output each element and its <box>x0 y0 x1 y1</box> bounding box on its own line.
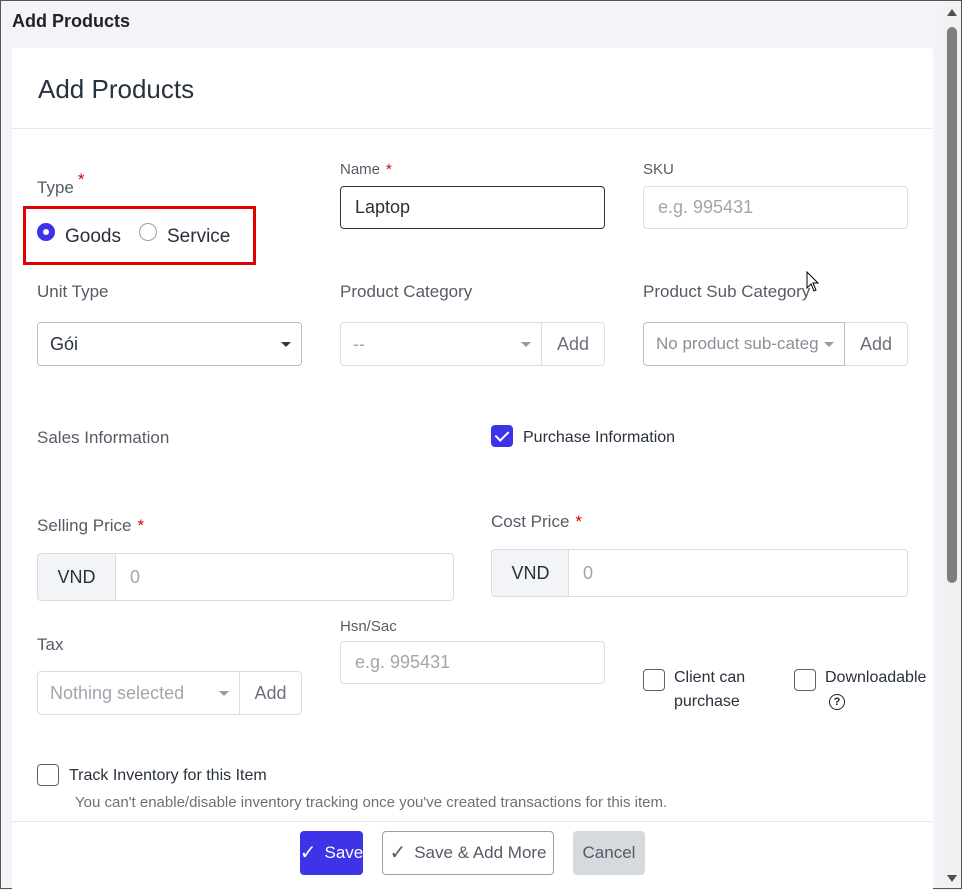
scroll-up-icon[interactable] <box>947 9 957 16</box>
chevron-down-icon <box>219 691 229 696</box>
save-button-label: Save <box>324 843 364 862</box>
selling-price-currency: VND <box>37 553 115 601</box>
save-and-add-more-button[interactable]: ✓ Save & Add More <box>382 831 554 875</box>
required-marker: * <box>575 512 583 531</box>
selling-price-label: Selling Price * <box>37 516 145 535</box>
add-product-category-button[interactable]: Add <box>542 322 605 366</box>
header-divider <box>12 128 933 129</box>
unit-type-value: Gói <box>50 333 79 354</box>
window-title: Add Products <box>12 11 131 31</box>
add-tax-button[interactable]: Add <box>240 671 302 715</box>
purchase-information-checkbox[interactable] <box>491 425 513 447</box>
scrollbar[interactable] <box>943 1 961 888</box>
unit-type-select[interactable]: Gói <box>37 322 302 366</box>
cost-price-label: Cost Price * <box>491 512 583 531</box>
type-label: Type * <box>37 170 85 197</box>
service-radio[interactable] <box>139 223 157 241</box>
cost-price-currency: VND <box>491 549 569 597</box>
sales-information-label: Sales Information <box>37 428 170 447</box>
sku-label: SKU <box>643 161 674 178</box>
downloadable-checkbox[interactable] <box>794 669 816 691</box>
sku-input[interactable]: e.g. 995431 <box>643 186 908 229</box>
scroll-down-icon[interactable] <box>947 875 957 882</box>
chevron-down-icon <box>281 342 291 347</box>
track-inventory-hint: You can't enable/disable inventory track… <box>75 794 668 811</box>
product-category-value: -- <box>353 333 365 354</box>
service-radio-label[interactable]: Service <box>167 226 230 248</box>
unit-type-label: Unit Type <box>37 282 109 301</box>
required-marker: * <box>77 170 85 189</box>
purchase-information-label[interactable]: Purchase Information <box>523 426 675 450</box>
cost-price-input[interactable]: 0 <box>568 549 908 597</box>
product-sub-category-select[interactable]: No product sub-categ <box>643 322 845 366</box>
product-category-label: Product Category <box>340 282 473 301</box>
chevron-down-icon <box>824 342 834 347</box>
product-sub-category-value: No product sub-categ <box>656 334 819 353</box>
name-input[interactable]: Laptop <box>340 186 605 229</box>
page-title: Add Products <box>38 74 195 104</box>
footer-divider <box>12 821 933 822</box>
required-marker: * <box>137 516 145 535</box>
tax-value: Nothing selected <box>50 682 185 703</box>
client-can-purchase-checkbox[interactable] <box>643 669 665 691</box>
tax-select[interactable]: Nothing selected <box>37 671 240 715</box>
selling-price-input[interactable]: 0 <box>115 553 454 601</box>
double-check-icon: ✓ <box>389 842 407 864</box>
tax-label: Tax <box>37 635 64 654</box>
client-can-purchase-label[interactable]: Client can purchase <box>674 666 745 714</box>
product-sub-category-label: Product Sub Category <box>643 282 811 301</box>
goods-radio-label[interactable]: Goods <box>65 226 121 248</box>
track-inventory-checkbox[interactable] <box>37 764 59 786</box>
hsn-sac-input[interactable]: e.g. 995431 <box>340 641 605 684</box>
check-icon: ✓ <box>299 842 317 864</box>
save-button[interactable]: ✓ Save <box>300 831 363 875</box>
save-and-add-more-label: Save & Add More <box>414 843 547 862</box>
mouse-cursor-icon <box>806 271 820 292</box>
cancel-button[interactable]: Cancel <box>573 831 645 875</box>
add-product-sub-category-button[interactable]: Add <box>845 322 908 366</box>
goods-radio[interactable] <box>37 223 55 241</box>
required-marker: * <box>386 161 392 178</box>
help-icon[interactable]: ? <box>829 694 845 710</box>
name-label: Name * <box>340 161 392 178</box>
track-inventory-label[interactable]: Track Inventory for this Item <box>69 764 267 788</box>
downloadable-label[interactable]: Downloadable <box>825 666 926 690</box>
scroll-thumb[interactable] <box>947 27 957 583</box>
product-category-select[interactable]: -- <box>340 322 542 366</box>
hsn-sac-label: Hsn/Sac <box>340 618 397 635</box>
chevron-down-icon <box>521 342 531 347</box>
